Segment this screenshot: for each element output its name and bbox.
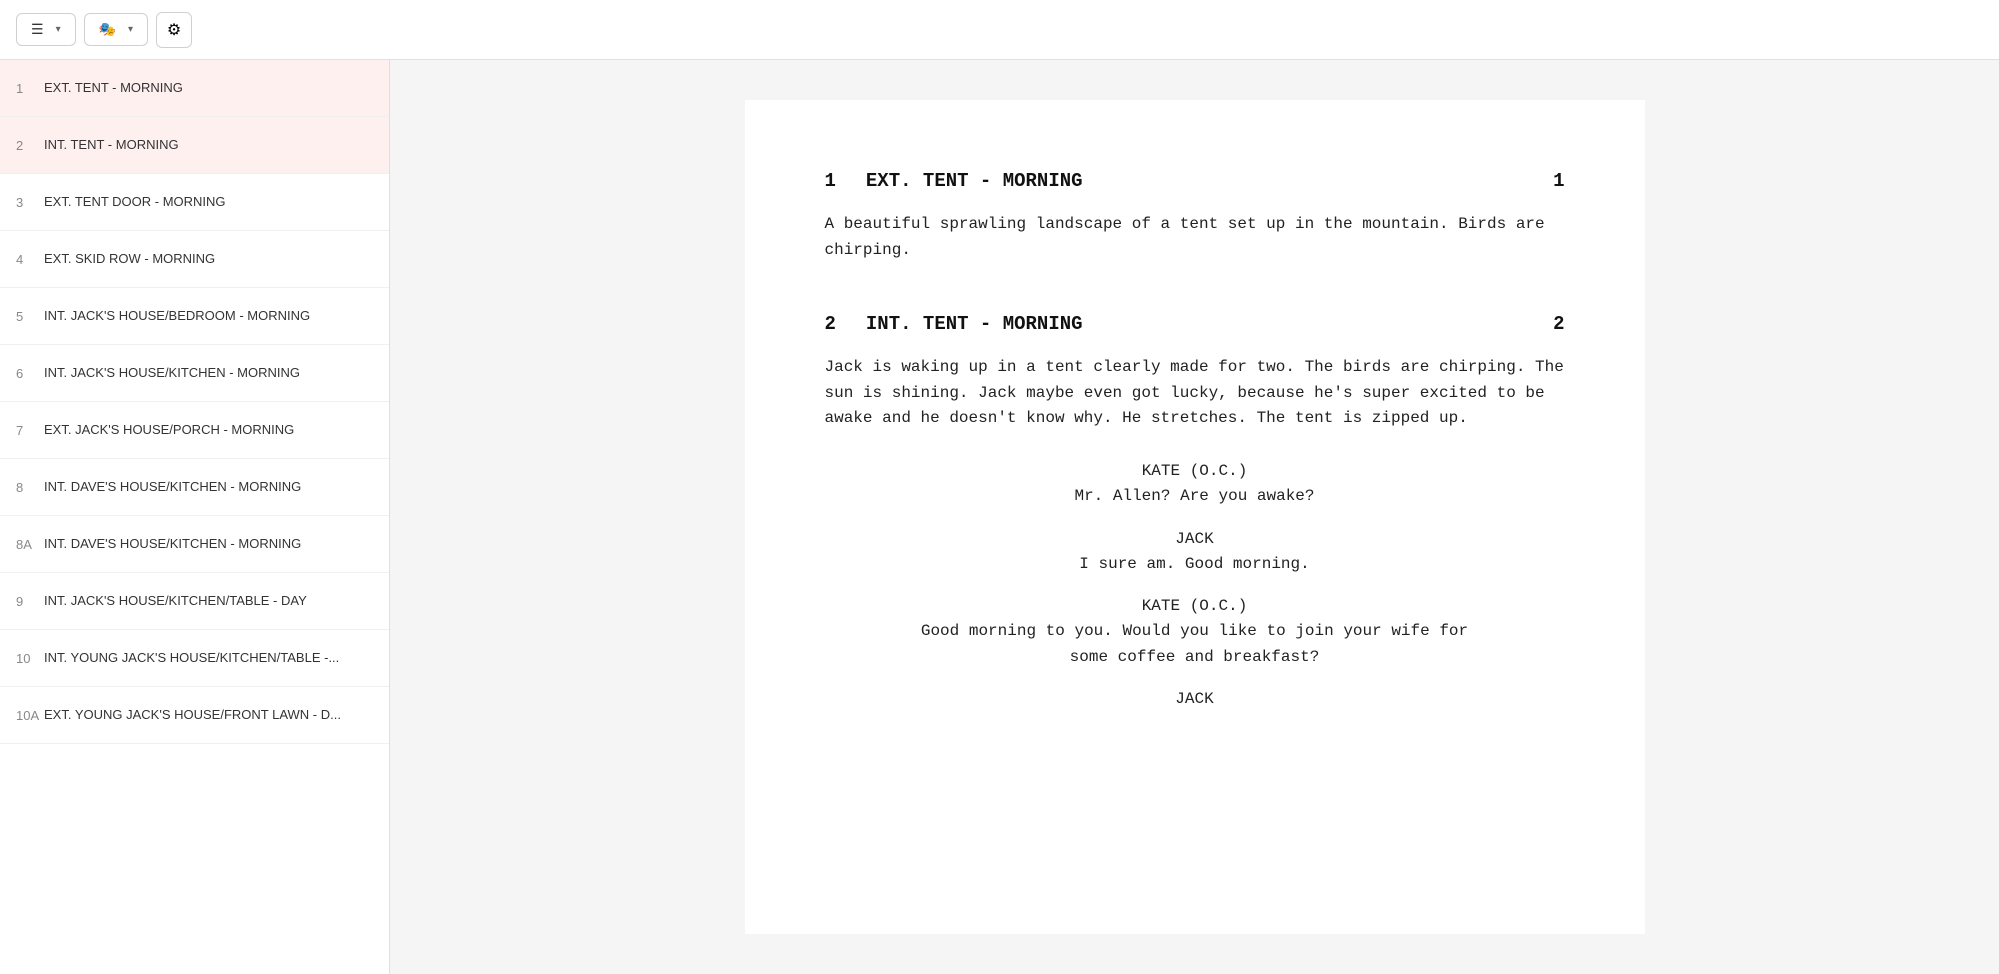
scene-number-left: 1 bbox=[825, 170, 836, 192]
scenes-icon: ☰ bbox=[31, 21, 44, 38]
scene-item-number: 4 bbox=[16, 252, 44, 267]
scene-number-left: 2 bbox=[825, 313, 836, 335]
scene-item-label: EXT. JACK'S HOUSE/PORCH - MORNING bbox=[44, 422, 294, 439]
action-text: Jack is waking up in a tent clearly made… bbox=[825, 355, 1565, 432]
scenes-chevron-icon: ▾ bbox=[56, 24, 61, 35]
toolbar: ☰ ▾ 🎭 ▾ ⚙ bbox=[0, 0, 1999, 60]
scene-item-number: 2 bbox=[16, 138, 44, 153]
scene-heading-left: 1 EXT. TENT - MORNING bbox=[825, 170, 1083, 192]
gear-icon: ⚙ bbox=[167, 20, 181, 40]
scene-item-label: INT. YOUNG JACK'S HOUSE/KITCHEN/TABLE -.… bbox=[44, 650, 339, 667]
sidebar: 1EXT. TENT - MORNING2INT. TENT - MORNING… bbox=[0, 60, 390, 974]
action-text: A beautiful sprawling landscape of a ten… bbox=[825, 212, 1565, 263]
scene-list-item-6[interactable]: 6INT. JACK'S HOUSE/KITCHEN - MORNING bbox=[0, 345, 389, 402]
scenes-button[interactable]: ☰ ▾ bbox=[16, 13, 76, 46]
scene-item-label: EXT. SKID ROW - MORNING bbox=[44, 251, 215, 268]
character-name: KATE (O.C.) bbox=[825, 462, 1565, 480]
scene-item-number: 1 bbox=[16, 81, 44, 96]
scene-list-item-10a[interactable]: 10AEXT. YOUNG JACK'S HOUSE/FRONT LAWN - … bbox=[0, 687, 389, 744]
scene-list-item-10[interactable]: 10INT. YOUNG JACK'S HOUSE/KITCHEN/TABLE … bbox=[0, 630, 389, 687]
script-panel[interactable]: 1 EXT. TENT - MORNING 1 A beautiful sprawli… bbox=[390, 60, 1999, 974]
scene-item-label: EXT. TENT - MORNING bbox=[44, 80, 183, 97]
scene-list-item-8a[interactable]: 8AINT. DAVE'S HOUSE/KITCHEN - MORNING bbox=[0, 516, 389, 573]
scene-title: EXT. TENT - MORNING bbox=[866, 170, 1083, 192]
scene-item-label: INT. JACK'S HOUSE/KITCHEN/TABLE - DAY bbox=[44, 593, 307, 610]
dialogue-text: I sure am. Good morning. bbox=[825, 552, 1565, 578]
scene-item-number: 8 bbox=[16, 480, 44, 495]
scene-item-label: INT. DAVE'S HOUSE/KITCHEN - MORNING bbox=[44, 479, 301, 496]
dialogue-text: Mr. Allen? Are you awake? bbox=[825, 484, 1565, 510]
scene-item-number: 10A bbox=[16, 708, 44, 723]
scene-item-label: INT. TENT - MORNING bbox=[44, 137, 179, 154]
scene-item-number: 3 bbox=[16, 195, 44, 210]
scene-item-number: 5 bbox=[16, 309, 44, 324]
cast-chevron-icon: ▾ bbox=[128, 24, 133, 35]
scene-item-label: INT. JACK'S HOUSE/KITCHEN - MORNING bbox=[44, 365, 300, 382]
scene-heading: 2 INT. TENT - MORNING 2 bbox=[825, 313, 1565, 335]
scene-list-item-4[interactable]: 4EXT. SKID ROW - MORNING bbox=[0, 231, 389, 288]
scene-list-item-8[interactable]: 8INT. DAVE'S HOUSE/KITCHEN - MORNING bbox=[0, 459, 389, 516]
scene-list-item-5[interactable]: 5INT. JACK'S HOUSE/BEDROOM - MORNING bbox=[0, 288, 389, 345]
dialogue-block: KATE (O.C.) Good morning to you. Would yo… bbox=[825, 597, 1565, 670]
scene-number-right: 2 bbox=[1553, 313, 1564, 335]
scene-list-item-9[interactable]: 9INT. JACK'S HOUSE/KITCHEN/TABLE - DAY bbox=[0, 573, 389, 630]
scene-list-item-1[interactable]: 1EXT. TENT - MORNING bbox=[0, 60, 389, 117]
character-name: JACK bbox=[825, 690, 1565, 708]
dialogue-block: JACK I sure am. Good morning. bbox=[825, 530, 1565, 578]
cast-icon: 🎭 bbox=[99, 21, 116, 38]
scene-item-number: 7 bbox=[16, 423, 44, 438]
scene-heading: 1 EXT. TENT - MORNING 1 bbox=[825, 170, 1565, 192]
scene-item-number: 10 bbox=[16, 651, 44, 666]
scene-item-number: 6 bbox=[16, 366, 44, 381]
scene-number-right: 1 bbox=[1553, 170, 1564, 192]
scene-list-item-2[interactable]: 2INT. TENT - MORNING bbox=[0, 117, 389, 174]
scene-item-number: 9 bbox=[16, 594, 44, 609]
main-content: 1EXT. TENT - MORNING2INT. TENT - MORNING… bbox=[0, 60, 1999, 974]
script-content: 1 EXT. TENT - MORNING 1 A beautiful sprawli… bbox=[745, 100, 1645, 934]
scene-item-label: INT. JACK'S HOUSE/BEDROOM - MORNING bbox=[44, 308, 310, 325]
scene-heading-left: 2 INT. TENT - MORNING bbox=[825, 313, 1083, 335]
scene-item-label: EXT. TENT DOOR - MORNING bbox=[44, 194, 226, 211]
dialogue-block: JACK bbox=[825, 690, 1565, 708]
scene-title: INT. TENT - MORNING bbox=[866, 313, 1083, 335]
character-name: KATE (O.C.) bbox=[825, 597, 1565, 615]
character-name: JACK bbox=[825, 530, 1565, 548]
scene-item-label: EXT. YOUNG JACK'S HOUSE/FRONT LAWN - D..… bbox=[44, 707, 341, 724]
scene-list-item-7[interactable]: 7EXT. JACK'S HOUSE/PORCH - MORNING bbox=[0, 402, 389, 459]
cast-button[interactable]: 🎭 ▾ bbox=[84, 13, 148, 46]
scene-block: 2 INT. TENT - MORNING 2 Jack is waking up i… bbox=[825, 313, 1565, 708]
scene-list-item-3[interactable]: 3EXT. TENT DOOR - MORNING bbox=[0, 174, 389, 231]
dialogue-block: KATE (O.C.) Mr. Allen? Are you awake? bbox=[825, 462, 1565, 510]
scene-item-number: 8A bbox=[16, 537, 44, 552]
settings-button[interactable]: ⚙ bbox=[156, 12, 192, 48]
scene-item-label: INT. DAVE'S HOUSE/KITCHEN - MORNING bbox=[44, 536, 301, 553]
dialogue-text: Good morning to you. Would you like to j… bbox=[825, 619, 1565, 670]
scene-block: 1 EXT. TENT - MORNING 1 A beautiful sprawli… bbox=[825, 170, 1565, 263]
